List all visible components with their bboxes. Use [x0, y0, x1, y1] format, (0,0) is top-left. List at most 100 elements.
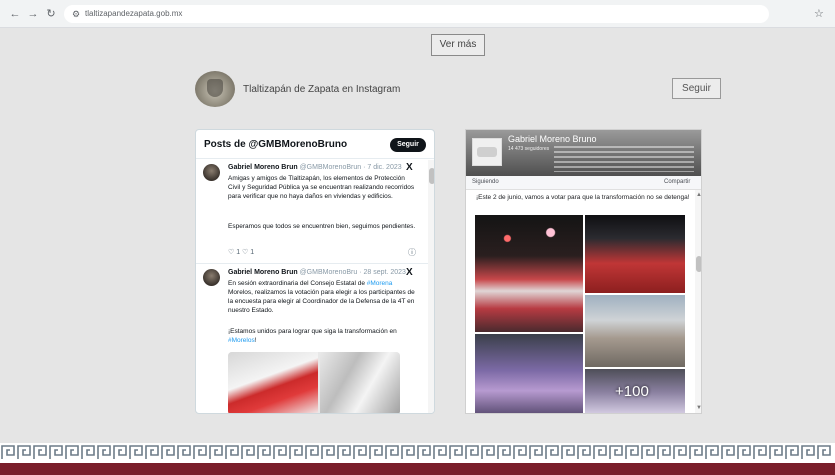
greek-key-segment: [193, 445, 207, 459]
twitter-timeline-widget: Posts de @GMBMorenoBruno Seguir Gabriel …: [195, 129, 435, 414]
greek-key-segment: [49, 445, 63, 459]
greek-key-segment: [449, 445, 463, 459]
greek-key-segment: [641, 445, 655, 459]
greek-key-segment: [513, 445, 527, 459]
tweet-text-part: !: [254, 337, 257, 344]
greek-key-segment: [257, 445, 271, 459]
address-bar[interactable]: ⚙ tlaltizapandezapata.gob.mx: [64, 5, 769, 23]
facebook-page-name[interactable]: Gabriel Moreno Bruno: [508, 134, 597, 144]
tweet-text-secondary: ¡Estamos unidos para lograr que siga la …: [228, 327, 418, 345]
greek-key-segment: [1, 445, 15, 459]
greek-key-segment: [433, 445, 447, 459]
tweet-text-part: En sesión extraordinaria del Consejo Est…: [228, 280, 367, 287]
x-logo-icon[interactable]: X: [406, 162, 413, 173]
facebook-scrollbar[interactable]: [695, 190, 701, 413]
greek-key-svg: [1, 445, 831, 459]
tweet-author-name[interactable]: Gabriel Moreno Brun: [228, 269, 298, 276]
forward-icon[interactable]: →: [26, 7, 40, 21]
footer: [0, 443, 835, 475]
tweet-item[interactable]: Gabriel Moreno Brun @GMBMorenoBrun · 7 d…: [196, 160, 428, 264]
greek-key-segment: [353, 445, 367, 459]
greek-key-segment: [385, 445, 399, 459]
avatar[interactable]: [203, 269, 220, 286]
greek-key-segment: [817, 445, 831, 459]
greek-key-segment: [33, 445, 47, 459]
info-icon[interactable]: ⓘ: [408, 247, 416, 258]
hashtag-link[interactable]: #Morena: [367, 280, 393, 287]
hashtag-link[interactable]: #Morelos: [228, 337, 255, 344]
twitter-follow-button[interactable]: Seguir: [390, 138, 426, 152]
facebook-photo[interactable]: [475, 215, 583, 332]
tweet-photo-left[interactable]: [228, 352, 318, 413]
following-button[interactable]: Siguiendo: [472, 179, 499, 185]
greek-key-segment: [337, 445, 351, 459]
greek-key-segment: [561, 445, 575, 459]
instagram-follow-button[interactable]: Seguir: [672, 78, 721, 99]
twitter-widget-title: Posts de @GMBMorenoBruno: [204, 139, 348, 150]
tweet-author[interactable]: Gabriel Moreno Brun @GMBMorenoBru · 28 s…: [228, 269, 406, 276]
greek-key-segment: [689, 445, 703, 459]
tweet-photo-right[interactable]: [320, 352, 400, 413]
share-button[interactable]: Compartir: [664, 179, 690, 185]
tweet-handle-date[interactable]: @GMBMorenoBrun · 7 dic. 2023: [300, 164, 402, 171]
greek-key-segment: [705, 445, 719, 459]
twitter-scrollbar-thumb[interactable]: [429, 168, 434, 184]
avatar[interactable]: [203, 164, 220, 181]
greek-key-segment: [721, 445, 735, 459]
greek-key-segment: [177, 445, 191, 459]
tweet-photo[interactable]: [228, 352, 400, 413]
ver-mas-button[interactable]: Ver más: [431, 34, 485, 56]
scroll-down-icon[interactable]: ▼: [695, 405, 701, 411]
greek-key-segment: [145, 445, 159, 459]
tweet-actions[interactable]: ♡ 1 ♡ 1: [228, 248, 254, 256]
greek-key-segment: [401, 445, 415, 459]
greek-key-segment: [497, 445, 511, 459]
greek-key-segment: [241, 445, 255, 459]
greek-key-segment: [129, 445, 143, 459]
tweet-text: Amigas y amigos de Tlaltizapán, los elem…: [228, 175, 415, 200]
facebook-scrollbar-thumb[interactable]: [696, 256, 701, 272]
greek-key-segment: [673, 445, 687, 459]
twitter-widget-header: Posts de @GMBMorenoBruno Seguir: [196, 130, 434, 159]
facebook-photo[interactable]: [585, 215, 685, 293]
facebook-followers: 14 473 seguidores: [508, 146, 550, 152]
greek-key-segment: [161, 445, 175, 459]
facebook-page-avatar[interactable]: [472, 138, 502, 166]
instagram-section-title: Tlaltizapán de Zapata en Instagram: [243, 84, 401, 95]
greek-key-segment: [465, 445, 479, 459]
greek-key-segment: [369, 445, 383, 459]
back-icon[interactable]: ←: [8, 7, 22, 21]
facebook-cover[interactable]: Gabriel Moreno Bruno 14 473 seguidores: [466, 130, 701, 176]
greek-key-segment: [113, 445, 127, 459]
facebook-action-bar: Siguiendo Compartir: [466, 176, 701, 190]
more-photos-count[interactable]: +100: [615, 383, 649, 400]
greek-key-segment: [593, 445, 607, 459]
facebook-post-text: ¡Este 2 de junio, vamos a votar para que…: [476, 194, 690, 201]
greek-key-segment: [65, 445, 79, 459]
twitter-scrollbar[interactable]: [428, 160, 434, 413]
greek-key-pattern: [0, 443, 835, 461]
greek-key-segment: [305, 445, 319, 459]
greek-key-segment: [209, 445, 223, 459]
facebook-photo[interactable]: [585, 295, 685, 367]
site-info-icon[interactable]: ⚙: [70, 8, 82, 20]
greek-key-segment: [737, 445, 751, 459]
greek-key-segment: [17, 445, 31, 459]
scroll-up-icon[interactable]: ▲: [695, 192, 701, 198]
facebook-page-description: [554, 146, 694, 172]
tweet-author-name[interactable]: Gabriel Moreno Brun: [228, 164, 298, 171]
greek-key-segment: [753, 445, 767, 459]
x-logo-icon[interactable]: X: [406, 267, 413, 278]
url-text[interactable]: tlaltizapandezapata.gob.mx: [85, 9, 182, 18]
tweet-author[interactable]: Gabriel Moreno Brun @GMBMorenoBrun · 7 d…: [228, 164, 402, 171]
greek-key-segment: [321, 445, 335, 459]
bookmark-star-icon[interactable]: ☆: [814, 7, 824, 21]
facebook-photo[interactable]: [475, 334, 583, 413]
tweet-handle-date[interactable]: @GMBMorenoBru · 28 sept. 2023: [300, 269, 406, 276]
greek-key-segment: [801, 445, 815, 459]
greek-key-segment: [81, 445, 95, 459]
greek-key-segment: [609, 445, 623, 459]
tweet-text-secondary: Esperamos que todos se encuentren bien, …: [228, 223, 416, 230]
tweet-text: En sesión extraordinaria del Consejo Est…: [228, 279, 418, 315]
reload-icon[interactable]: ↻: [44, 7, 58, 21]
